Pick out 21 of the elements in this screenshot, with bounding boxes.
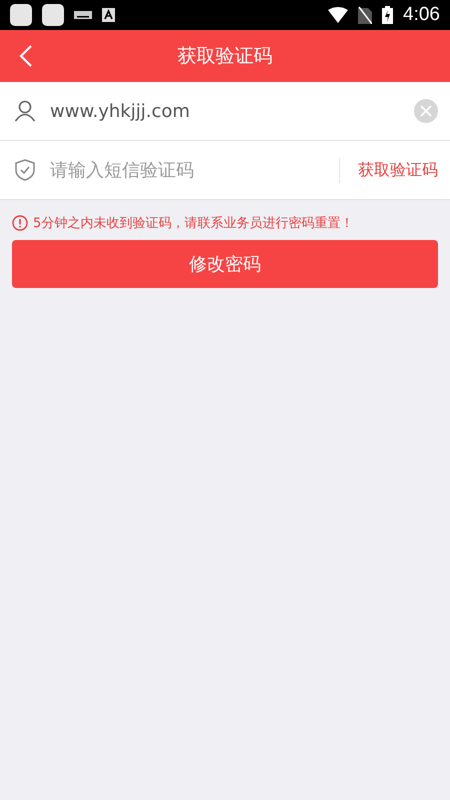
- chevron-left-icon: [19, 44, 33, 68]
- notice-text: 5分钟之内未收到验证码，请联系业务员进行密码重置！: [33, 215, 354, 232]
- notification-icon: [42, 4, 64, 26]
- account-row[interactable]: www.yhkjjj.com: [0, 82, 450, 141]
- change-password-button[interactable]: 修改密码: [12, 240, 438, 288]
- get-code-button[interactable]: 获取验证码: [339, 158, 438, 182]
- alert-icon: [12, 215, 28, 231]
- no-sim-icon: [358, 6, 372, 24]
- shield-check-icon: [14, 158, 36, 182]
- keyboard-icon: [74, 10, 92, 20]
- text-icon: [102, 8, 115, 22]
- code-row[interactable]: 请输入短信验证码 获取验证码: [0, 141, 450, 200]
- clock-time: 4:06: [403, 4, 440, 26]
- close-icon: [420, 105, 432, 117]
- battery-charging-icon: [382, 6, 394, 24]
- wifi-icon: [328, 7, 348, 23]
- code-field[interactable]: 请输入短信验证码: [50, 156, 325, 184]
- account-field[interactable]: www.yhkjjj.com: [50, 96, 400, 126]
- page-title: 获取验证码: [178, 44, 272, 69]
- notification-icon: [10, 4, 32, 26]
- user-icon: [14, 100, 36, 122]
